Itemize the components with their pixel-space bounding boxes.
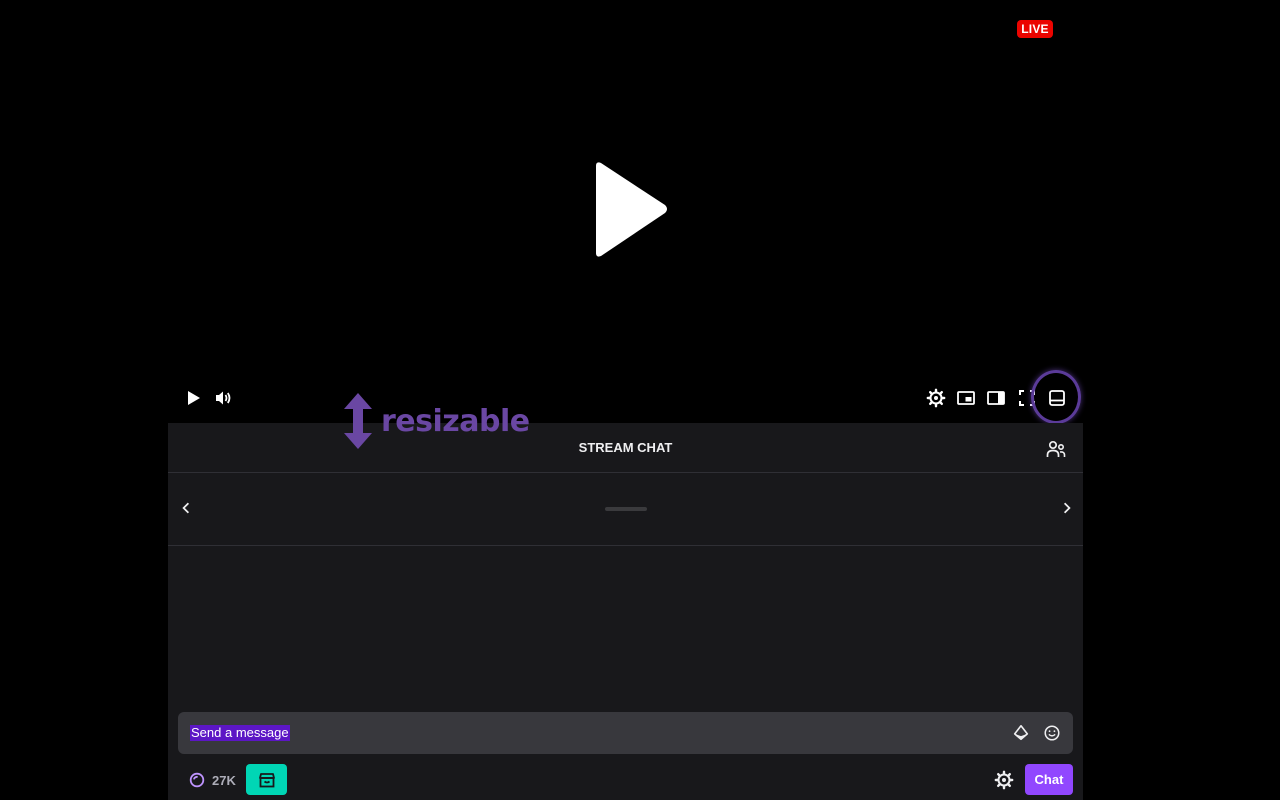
sidebar-layout-icon xyxy=(987,391,1005,405)
community-button[interactable] xyxy=(1044,437,1068,461)
mini-player-button[interactable] xyxy=(954,386,978,410)
play-icon xyxy=(596,162,667,257)
big-play-button[interactable] xyxy=(592,160,672,260)
volume-button[interactable] xyxy=(211,386,235,410)
play-button[interactable] xyxy=(181,386,205,410)
channel-points-icon xyxy=(189,772,205,788)
bits-button[interactable] xyxy=(1011,723,1031,743)
fullscreen-icon xyxy=(1019,390,1035,406)
channel-points-button[interactable]: 27K xyxy=(188,769,236,791)
channel-points-value: 27K xyxy=(212,772,236,788)
send-chat-button[interactable]: Chat xyxy=(1025,764,1073,795)
bits-gem-icon xyxy=(1013,724,1029,741)
chat-below-layout-button[interactable] xyxy=(1045,386,1069,410)
chevron-left-icon xyxy=(182,502,190,514)
chevron-right-icon xyxy=(1063,502,1071,514)
carousel-prev-button[interactable] xyxy=(176,498,196,518)
bottom-panel-layout-icon xyxy=(1049,390,1065,406)
users-icon xyxy=(1046,440,1066,457)
chat-settings-button[interactable] xyxy=(993,769,1015,791)
chat-carousel xyxy=(168,473,1083,546)
emote-picker-button[interactable] xyxy=(1042,723,1062,743)
picture-in-picture-icon xyxy=(957,391,975,405)
gear-icon xyxy=(926,388,946,408)
volume-icon xyxy=(216,391,231,405)
store-icon xyxy=(258,772,275,787)
live-badge: LIVE xyxy=(1017,20,1053,38)
carousel-next-button[interactable] xyxy=(1057,498,1077,518)
theatre-mode-button[interactable] xyxy=(984,386,1008,410)
chat-header: STREAM CHAT xyxy=(168,423,1083,473)
settings-button[interactable] xyxy=(924,386,948,410)
chat-title: STREAM CHAT xyxy=(578,439,673,455)
carousel-indicator xyxy=(605,507,647,511)
store-button[interactable] xyxy=(246,764,287,795)
chat-panel: STREAM CHAT Send a message 27K Chat xyxy=(168,423,1083,800)
message-input-placeholder: Send a message xyxy=(190,725,290,741)
smiley-icon xyxy=(1044,725,1060,741)
fullscreen-button[interactable] xyxy=(1015,386,1039,410)
gear-icon xyxy=(994,770,1014,790)
message-input[interactable]: Send a message xyxy=(178,712,1073,754)
page: LIVE resizable STREAM CHAT Send a messag… xyxy=(0,0,1280,800)
chat-footer: 27K Chat xyxy=(168,763,1083,797)
player-controls xyxy=(168,380,1083,416)
play-icon xyxy=(188,391,200,405)
